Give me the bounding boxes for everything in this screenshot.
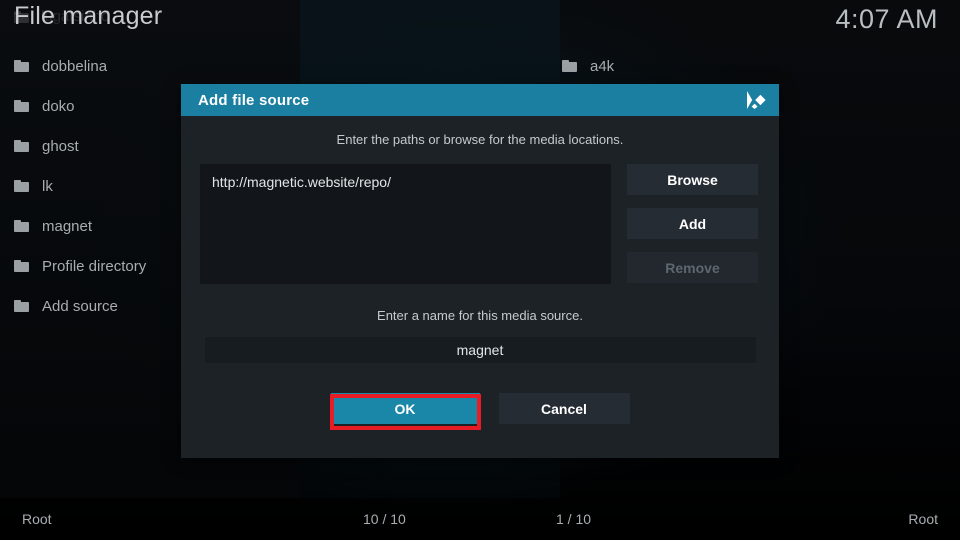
dialog-footer-buttons: OK Cancel (181, 393, 779, 424)
folder-icon (14, 300, 29, 312)
file-row-label: Profile directory (42, 257, 147, 275)
ok-button[interactable]: OK (330, 393, 480, 424)
folder-icon (14, 60, 29, 72)
file-row[interactable]: dobbelina (0, 46, 300, 86)
add-button[interactable]: Add (627, 208, 758, 239)
paths-row: http://magnetic.website/repo/ Browse Add… (181, 164, 779, 284)
right-file-list[interactable]: a4k (548, 46, 828, 86)
folder-icon (562, 60, 577, 72)
clock: 4:07 AM (835, 4, 938, 34)
file-row-label: ghost (42, 137, 79, 155)
file-row-label: lk (42, 177, 53, 195)
statusbar-left-count: 10 / 10 (363, 511, 406, 527)
status-bar: Root 10 / 10 1 / 10 Root (0, 498, 960, 540)
file-row[interactable]: a4k (548, 46, 828, 86)
file-row-label: magnet (42, 217, 93, 235)
dialog-body: Enter the paths or browse for the media … (181, 132, 779, 474)
cancel-button[interactable]: Cancel (498, 393, 630, 424)
file-row-label: Add source (42, 297, 118, 315)
paths-hint: Enter the paths or browse for the media … (336, 132, 624, 147)
paths-side-buttons: Browse Add Remove (627, 164, 758, 284)
browse-button[interactable]: Browse (627, 164, 758, 195)
file-row-label: dobbelina (42, 57, 108, 75)
statusbar-right-count: 1 / 10 (556, 511, 592, 527)
folder-icon (14, 180, 29, 192)
add-file-source-dialog: Add file source Enter the paths or brows… (181, 84, 779, 458)
folder-icon (14, 220, 29, 232)
folder-icon (14, 100, 29, 112)
file-row-label: doko (42, 97, 75, 115)
page-title: File manager (14, 2, 163, 30)
kodi-screen: lugatsinho File manager 4:07 AM dobbelin… (0, 0, 960, 540)
folder-icon (14, 260, 29, 272)
statusbar-right-path: Root (908, 511, 938, 527)
paths-listbox[interactable]: http://magnetic.website/repo/ (200, 164, 611, 284)
path-list-item[interactable]: http://magnetic.website/repo/ (212, 173, 599, 191)
dialog-header: Add file source (181, 84, 779, 116)
file-row-label: a4k (590, 57, 615, 75)
remove-button: Remove (627, 252, 758, 283)
folder-icon (14, 140, 29, 152)
statusbar-left-path: Root (22, 511, 52, 527)
kodi-logo-icon (742, 88, 768, 112)
dialog-title: Add file source (198, 91, 310, 109)
source-name-input[interactable]: magnet (204, 337, 756, 363)
name-hint: Enter a name for this media source. (377, 308, 583, 323)
